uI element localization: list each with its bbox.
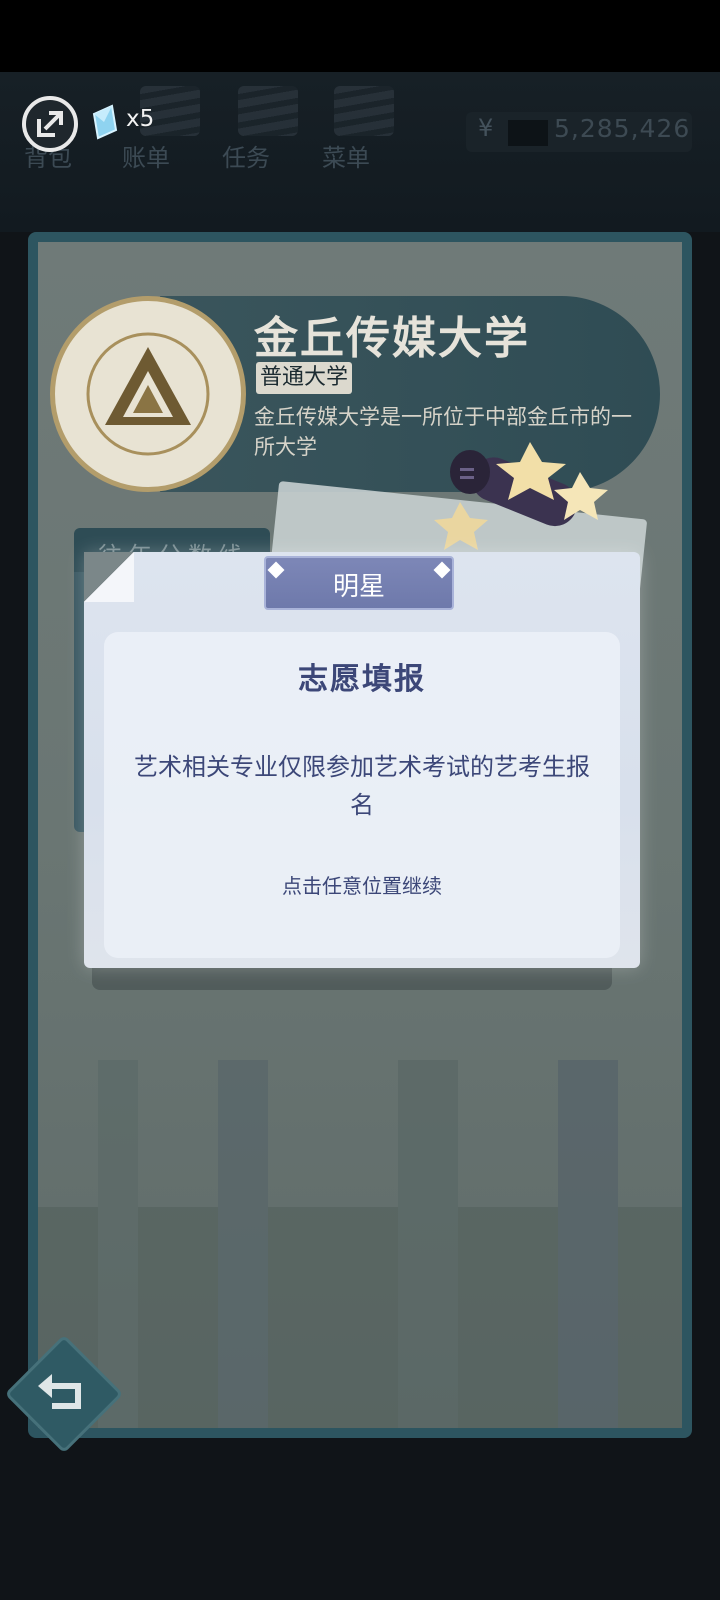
dialog-title: 志愿填报 [298, 662, 426, 697]
task-tab-icon [238, 86, 298, 136]
gem-icon [92, 104, 118, 140]
dialog-header-label: 明星 [332, 572, 385, 602]
tap-to-continue-hint[interactable]: 点击任意位置继续 [104, 870, 620, 899]
university-seal [50, 296, 246, 492]
gem-count: x5 [126, 106, 155, 132]
tab-menu[interactable]: 菜单 [322, 138, 370, 173]
university-type-badge: 普通大学 [256, 362, 353, 394]
currency-symbol: ¥ [478, 114, 494, 142]
city-skyline [38, 1060, 682, 1428]
status-bar [0, 0, 720, 72]
menu-tab-icon [334, 86, 394, 136]
money-value: 5,285,426 [554, 114, 691, 143]
tab-task[interactable]: 任务 [222, 138, 270, 173]
tab-bill[interactable]: 账单 [122, 138, 170, 173]
university-name: 金丘传媒大学 [254, 313, 530, 364]
university-seal-emblem-icon [86, 332, 210, 456]
dialog-message: 艺术相关专业仅限参加艺术考试的艺考生报名 [134, 753, 590, 819]
stars-icon [434, 442, 608, 550]
money-icon [508, 120, 548, 146]
return-arrow-icon [38, 1374, 81, 1409]
exit-arrow-icon [37, 111, 63, 137]
exit-button[interactable] [22, 96, 78, 152]
dialog-page-fold [84, 552, 134, 602]
